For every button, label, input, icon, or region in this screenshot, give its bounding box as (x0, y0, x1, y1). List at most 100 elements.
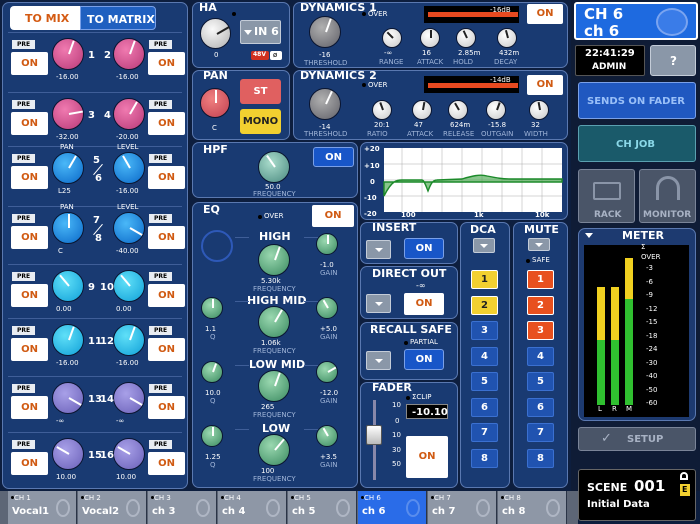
eq-lmid-q-knob[interactable] (201, 361, 223, 383)
pre-indicator[interactable]: PRE (12, 214, 35, 223)
mix-on-button[interactable]: ON (11, 52, 48, 75)
dca-button-2[interactable]: 2 (471, 295, 498, 315)
channel-tab-5[interactable]: CH 5 ch 5 (288, 491, 357, 524)
recall-safe-on-button[interactable]: ON (404, 349, 444, 370)
pre-indicator[interactable]: PRE (149, 214, 172, 223)
eq-low-gain-knob[interactable] (316, 425, 338, 447)
mix-on-button[interactable]: ON (11, 284, 48, 307)
channel-name-display[interactable]: CH 6 ch 6 (574, 2, 698, 40)
channel-tab-6[interactable]: CH 6 ch 6 (358, 491, 427, 524)
dyn2-og-knob[interactable] (486, 100, 506, 120)
ha-gain-knob[interactable] (200, 18, 231, 49)
pre-indicator[interactable]: PRE (149, 40, 172, 49)
ch-job-button[interactable]: CH JOB (578, 125, 696, 162)
mix-on-button[interactable]: ON (148, 52, 185, 75)
channel-tab-1[interactable]: CH 1 Vocal1 (8, 491, 77, 524)
pre-indicator[interactable]: PRE (149, 154, 172, 163)
eq-high-frequency-knob[interactable] (258, 244, 290, 276)
phantom-48v-indicator[interactable]: 48V (251, 51, 269, 60)
dca-button-4[interactable]: 4 (471, 346, 498, 366)
pre-indicator[interactable]: PRE (149, 326, 172, 335)
channel-tab-2[interactable]: CH 2 Vocal2 (78, 491, 147, 524)
channel-tab-4[interactable]: CH 4 ch 4 (218, 491, 287, 524)
pan-knob[interactable] (200, 88, 230, 118)
mix-send-knob[interactable] (52, 438, 84, 470)
mix-send-knob[interactable] (52, 152, 84, 184)
dyn2-threshold-knob[interactable] (309, 88, 341, 120)
channel-tab-7[interactable]: CH 7 ch 7 (428, 491, 497, 524)
tab-to-matrix[interactable]: TO MATRIX (80, 6, 156, 30)
mix-send-knob[interactable] (52, 324, 84, 356)
rack-button[interactable]: RACK (578, 169, 635, 223)
pre-indicator[interactable]: PRE (12, 326, 35, 335)
mix-on-button[interactable]: ON (11, 166, 48, 189)
dca-button-8[interactable]: 8 (471, 448, 498, 468)
mute-button-4[interactable]: 4 (527, 346, 554, 366)
dyn2-att-knob[interactable] (412, 100, 432, 120)
dca-button-7[interactable]: 7 (471, 423, 498, 442)
dyn2-rel-knob[interactable] (448, 100, 468, 120)
eq-lmid-frequency-knob[interactable] (258, 370, 290, 402)
dyn1-on-button[interactable]: ON (527, 4, 563, 24)
tab-to-mix[interactable]: TO MIX (10, 6, 80, 30)
dyn2-width-knob[interactable] (529, 100, 549, 120)
mix-send-knob[interactable] (113, 212, 145, 244)
mute-select[interactable] (528, 238, 550, 251)
hpf-on-button[interactable]: ON (313, 147, 354, 167)
mute-button-7[interactable]: 7 (527, 423, 554, 442)
eq-on-button[interactable]: ON (312, 205, 354, 227)
phase-indicator[interactable]: ø (270, 51, 282, 60)
pre-indicator[interactable]: PRE (12, 440, 35, 449)
mix-send-knob[interactable] (52, 98, 84, 130)
mix-send-knob[interactable] (52, 38, 84, 70)
eq-low-q-knob[interactable] (201, 425, 223, 447)
fader-knob[interactable] (366, 425, 382, 445)
mix-send-knob[interactable] (52, 212, 84, 244)
mono-button[interactable]: MONO (240, 109, 281, 134)
sends-on-fader-button[interactable]: SENDS ON FADER (578, 82, 696, 119)
eq-low-frequency-knob[interactable] (258, 434, 290, 466)
pre-indicator[interactable]: PRE (12, 384, 35, 393)
pre-indicator[interactable]: PRE (149, 100, 172, 109)
direct-out-on-button[interactable]: ON (404, 293, 444, 315)
mix-send-knob[interactable] (113, 324, 145, 356)
pre-indicator[interactable]: PRE (149, 272, 172, 281)
mix-send-knob[interactable] (113, 382, 145, 414)
mix-on-button[interactable]: ON (11, 226, 48, 249)
mix-send-knob[interactable] (113, 38, 145, 70)
pre-indicator[interactable]: PRE (149, 384, 172, 393)
dca-button-3[interactable]: 3 (471, 321, 498, 340)
mix-on-button[interactable]: ON (148, 112, 185, 135)
mix-send-knob[interactable] (52, 270, 84, 302)
dyn1-att-knob[interactable] (420, 28, 440, 48)
channel-tab-8[interactable]: CH 8 ch 8 (498, 491, 567, 524)
mute-button-5[interactable]: 5 (527, 372, 554, 391)
mix-on-button[interactable]: ON (148, 166, 185, 189)
scene-box[interactable]: SCENE 001 Initial Data E (578, 469, 696, 521)
insert-select[interactable] (366, 240, 391, 259)
mix-send-knob[interactable] (113, 152, 145, 184)
direct-out-select[interactable] (366, 294, 391, 313)
mix-on-button[interactable]: ON (11, 396, 48, 419)
eq-lmid-gain-knob[interactable] (316, 361, 338, 383)
dca-button-1[interactable]: 1 (471, 270, 498, 289)
mix-on-button[interactable]: ON (11, 452, 48, 475)
mix-send-knob[interactable] (113, 438, 145, 470)
insert-on-button[interactable]: ON (404, 238, 444, 259)
dyn1-threshold-knob[interactable] (309, 16, 341, 48)
dyn2-ratio-knob[interactable] (372, 100, 392, 120)
mix-send-knob[interactable] (113, 270, 145, 302)
st-button[interactable]: ST (240, 79, 281, 104)
mute-button-8[interactable]: 8 (527, 448, 554, 468)
mute-button-6[interactable]: 6 (527, 397, 554, 417)
mix-send-knob[interactable] (52, 382, 84, 414)
pre-indicator[interactable]: PRE (12, 100, 35, 109)
pre-indicator[interactable]: PRE (12, 272, 35, 281)
mix-on-button[interactable]: ON (11, 338, 48, 361)
mix-on-button[interactable]: ON (148, 284, 185, 307)
mix-on-button[interactable]: ON (148, 226, 185, 249)
mix-on-button[interactable]: ON (148, 452, 185, 475)
dyn1-range-knob[interactable] (382, 28, 402, 48)
pre-indicator[interactable]: PRE (12, 154, 35, 163)
dca-select[interactable] (473, 238, 495, 253)
